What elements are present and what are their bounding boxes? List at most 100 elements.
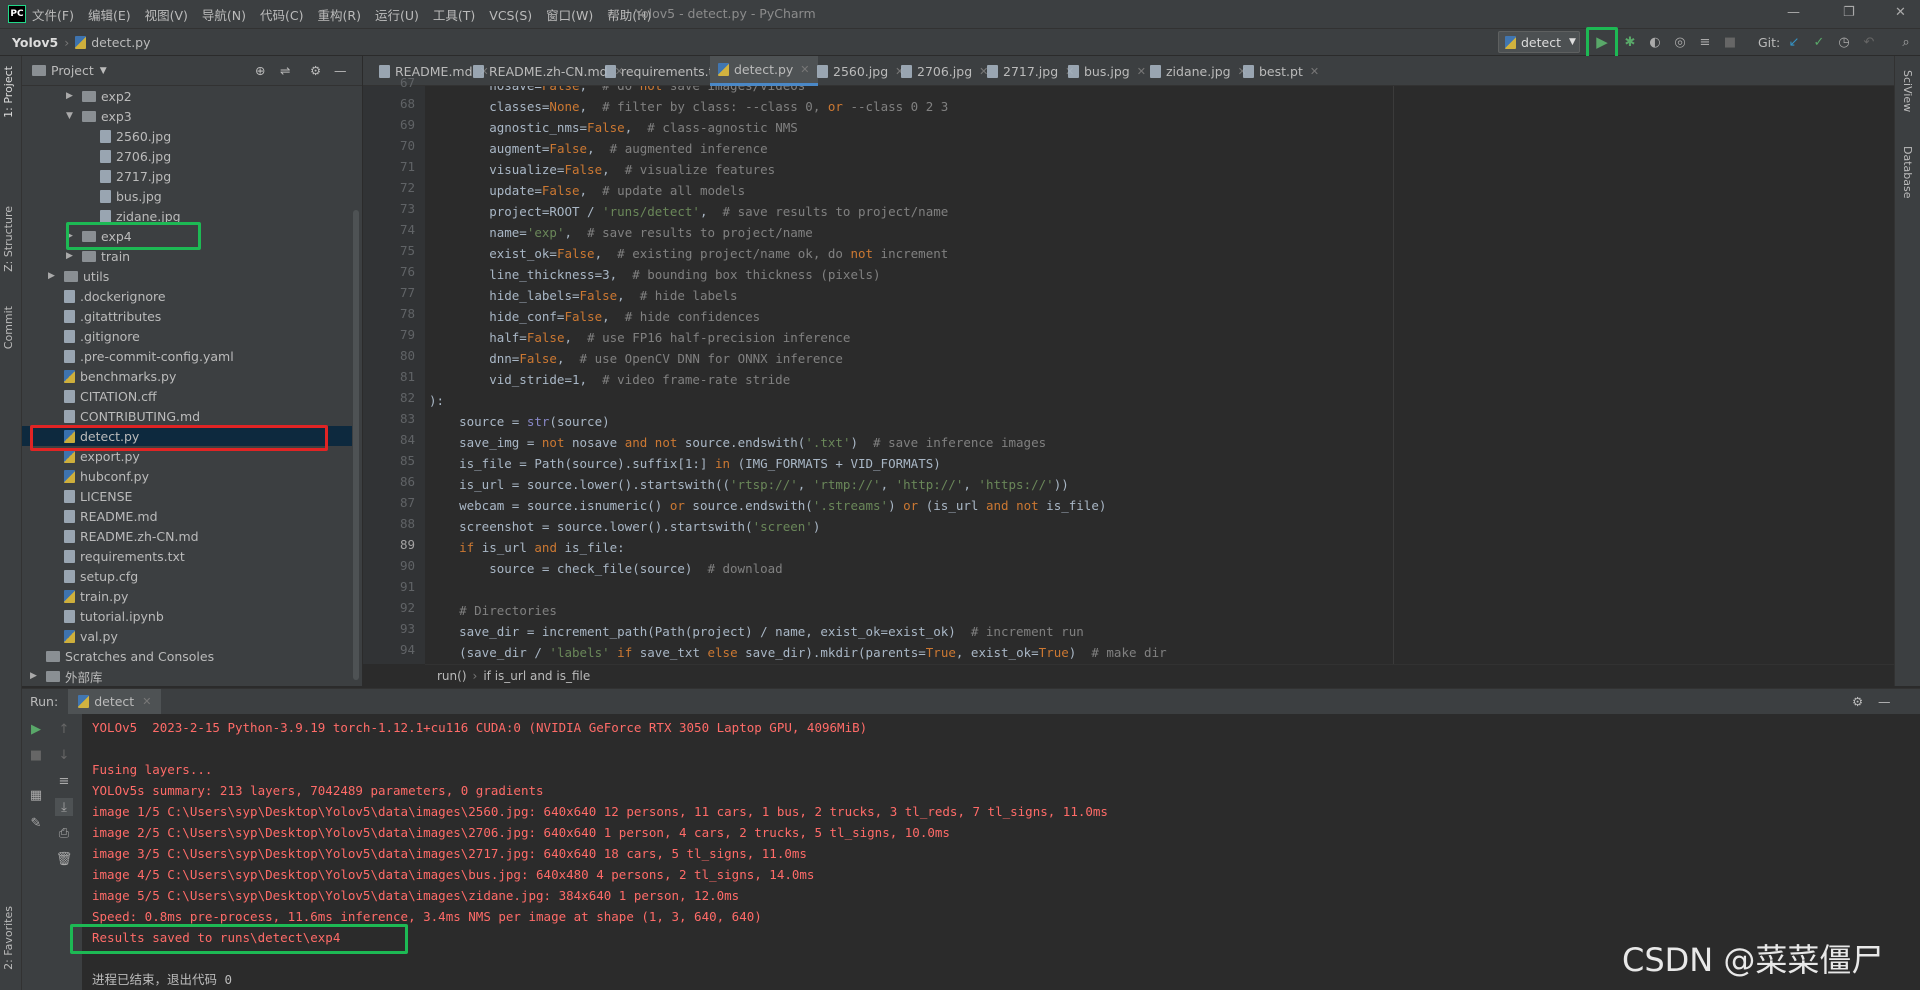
tree-item[interactable]: .gitignore xyxy=(22,326,352,346)
tree-item[interactable]: val.py xyxy=(22,626,352,646)
git-commit-icon[interactable]: ✓ xyxy=(1810,33,1828,51)
layout-icon[interactable]: ▦ xyxy=(27,786,45,804)
print-icon[interactable]: ⎙ xyxy=(55,824,73,842)
tree-item[interactable]: ▶ utils xyxy=(22,266,352,286)
console-line: image 1/5 C:\Users\syp\Desktop\Yolov5\da… xyxy=(92,804,1108,819)
code-editor[interactable]: nosave=False, # do not save images/video… xyxy=(425,86,1894,664)
tree-item[interactable]: hubconf.py xyxy=(22,466,352,486)
locate-icon[interactable]: ⊕ xyxy=(255,63,265,78)
stop-icon[interactable]: ■ xyxy=(27,746,45,764)
tree-item[interactable]: .dockerignore xyxy=(22,286,352,306)
scroll-to-end-icon[interactable]: ⤓ xyxy=(55,798,73,816)
tree-item[interactable]: 2706.jpg xyxy=(22,146,352,166)
gear-icon[interactable]: ⚙ xyxy=(310,63,321,78)
close-icon[interactable]: ✕ xyxy=(1895,5,1906,20)
tree-item[interactable]: ▼ exp3 xyxy=(22,106,352,126)
breadcrumb-separator-icon: › xyxy=(64,34,70,50)
tool-tab-favorites[interactable]: 2: Favorites xyxy=(2,906,15,970)
tree-item[interactable]: tutorial.ipynb xyxy=(22,606,352,626)
tree-item[interactable]: LICENSE xyxy=(22,486,352,506)
project-panel-title[interactable]: Project xyxy=(51,63,94,78)
menu-item[interactable]: 重构(R) xyxy=(318,8,361,23)
breadcrumb-function[interactable]: run() xyxy=(437,669,467,683)
down-arrow-icon[interactable]: ↓ xyxy=(55,746,73,764)
tool-tab-commit[interactable]: Commit xyxy=(2,306,15,349)
close-icon[interactable]: ✕ xyxy=(142,695,151,708)
chevron-right-icon[interactable]: ▶ xyxy=(66,251,78,261)
tree-item[interactable]: .pre-commit-config.yaml xyxy=(22,346,352,366)
menu-item[interactable]: 导航(N) xyxy=(202,8,246,23)
git-update-icon[interactable]: ↙ xyxy=(1785,33,1803,51)
tree-item[interactable]: bus.jpg xyxy=(22,186,352,206)
tree-item[interactable]: README.zh-CN.md xyxy=(22,526,352,546)
git-rollback-icon[interactable]: ↶ xyxy=(1860,33,1878,51)
breadcrumb-project[interactable]: Yolov5 xyxy=(12,35,58,50)
breadcrumb-statement[interactable]: if is_url and is_file xyxy=(483,669,590,683)
editor-tab[interactable]: bus.jpg ✕ xyxy=(1060,56,1154,86)
debug-icon[interactable]: ✱ xyxy=(1621,33,1639,51)
tree-item[interactable]: 2560.jpg xyxy=(22,126,352,146)
stop-icon[interactable]: ■ xyxy=(1721,33,1739,51)
left-tool-strip: 1: Project Z: Structure Commit 2: Favori… xyxy=(0,56,22,990)
menu-item[interactable]: 运行(U) xyxy=(375,8,419,23)
tree-item[interactable]: requirements.txt xyxy=(22,546,352,566)
tree-item[interactable]: ▶ 外部库 xyxy=(22,666,352,686)
menu-item[interactable]: 视图(V) xyxy=(145,8,188,23)
tool-tab-project[interactable]: 1: Project xyxy=(2,66,15,118)
run-config-select[interactable]: detect ▼ xyxy=(1498,31,1580,53)
tree-item-label: exp3 xyxy=(101,108,132,124)
tree-item[interactable]: CONTRIBUTING.md xyxy=(22,406,352,426)
tree-item-label: hubconf.py xyxy=(80,468,150,484)
tool-tab-structure[interactable]: Z: Structure xyxy=(2,206,15,272)
hide-panel-icon[interactable]: — xyxy=(334,63,347,78)
tree-item-label: .gitignore xyxy=(80,328,140,344)
chevron-right-icon[interactable]: ▶ xyxy=(30,671,42,681)
line-number: 77 xyxy=(399,285,415,300)
up-arrow-icon[interactable]: ↑ xyxy=(55,720,73,738)
menu-item[interactable]: 代码(C) xyxy=(260,8,303,23)
tree-item[interactable]: setup.cfg xyxy=(22,566,352,586)
run-icon[interactable]: ▶ xyxy=(1593,33,1611,51)
tree-item[interactable]: README.md xyxy=(22,506,352,526)
tree-item[interactable]: ▶ exp2 xyxy=(22,86,352,106)
tree-item[interactable]: train.py xyxy=(22,586,352,606)
run-concurrent-icon[interactable]: ≡ xyxy=(1696,33,1714,51)
search-icon[interactable]: ⌕ xyxy=(1897,33,1915,51)
menu-item[interactable]: 工具(T) xyxy=(433,8,475,23)
pin-icon[interactable]: ✎ xyxy=(27,814,45,832)
menu-item[interactable]: 编辑(E) xyxy=(88,8,131,23)
tool-tab-database[interactable]: Database xyxy=(1901,146,1914,199)
run-tab-detect[interactable]: detect ✕ xyxy=(68,688,162,715)
breadcrumb-file[interactable]: detect.py xyxy=(91,35,150,50)
editor-tab[interactable]: best.pt ✕ xyxy=(1235,56,1327,86)
menu-item[interactable]: 文件(F) xyxy=(32,8,74,23)
chevron-right-icon[interactable]: ▶ xyxy=(48,271,60,281)
project-scrollbar[interactable] xyxy=(353,210,359,680)
line-number: 75 xyxy=(399,243,415,258)
restore-icon[interactable]: ❐ xyxy=(1843,5,1855,20)
title-bar: PC 文件(F) 编辑(E) 视图(V) 导航(N) 代码(C) 重构(R) 运行(U) 工具… xyxy=(0,0,1920,28)
rerun-icon[interactable]: ▶ xyxy=(27,720,45,738)
menu-item[interactable]: 窗口(W) xyxy=(546,8,593,23)
trash-icon[interactable]: 🗑 xyxy=(55,850,73,868)
minimize-icon[interactable]: — xyxy=(1787,5,1800,20)
gear-icon[interactable]: ⚙ xyxy=(1852,694,1863,709)
editor-tab[interactable]: detect.py ✕ xyxy=(710,56,818,86)
menu-item[interactable]: VCS(S) xyxy=(489,8,532,23)
collapse-all-icon[interactable]: ⇌ xyxy=(280,63,290,78)
tree-item[interactable]: .gitattributes xyxy=(22,306,352,326)
hide-panel-icon[interactable]: — xyxy=(1878,694,1891,709)
tree-item[interactable]: benchmarks.py xyxy=(22,366,352,386)
tree-item[interactable]: CITATION.cff xyxy=(22,386,352,406)
profile-icon[interactable]: ◎ xyxy=(1671,33,1689,51)
git-history-icon[interactable]: ◷ xyxy=(1835,33,1853,51)
chevron-right-icon[interactable]: ▶ xyxy=(66,91,78,101)
soft-wrap-icon[interactable]: ≡ xyxy=(55,772,73,790)
chevron-down-icon[interactable]: ▼ xyxy=(100,66,107,76)
coverage-icon[interactable]: ◐ xyxy=(1646,33,1664,51)
tree-item[interactable]: Scratches and Consoles xyxy=(22,646,352,666)
tree-item[interactable]: 2717.jpg xyxy=(22,166,352,186)
chevron-down-icon[interactable]: ▼ xyxy=(66,111,78,121)
tool-tab-sciview[interactable]: SciView xyxy=(1901,70,1914,112)
close-icon[interactable]: ✕ xyxy=(1310,65,1319,78)
